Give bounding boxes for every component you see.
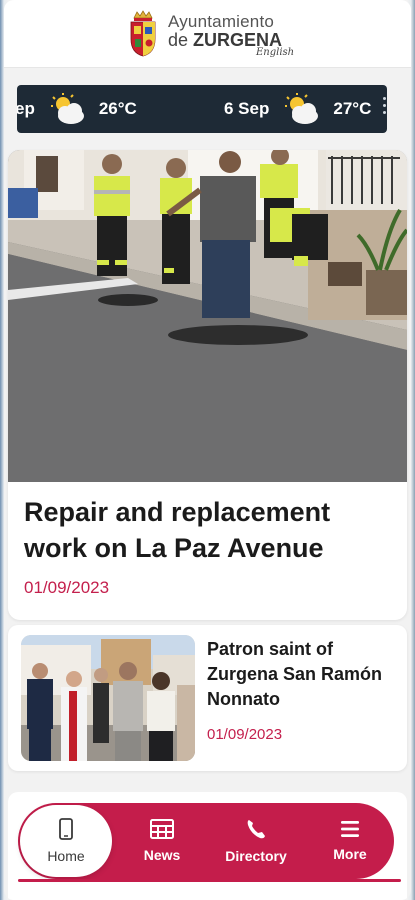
news-thumbnail[interactable] — [21, 635, 195, 761]
weather-item: 6 Sep 27°C — [224, 85, 371, 133]
news-title[interactable]: Repair and replacement work on La Paz Av… — [24, 494, 394, 566]
nav-directory[interactable]: Directory — [216, 803, 296, 879]
news-date: 01/09/2023 — [207, 726, 283, 743]
menu-icon — [341, 821, 359, 837]
news-card-featured[interactable]: Repair and replacement work on La Paz Av… — [8, 150, 407, 620]
news-title[interactable]: Patron saint of Zurgena San Ramón Nonnat… — [207, 637, 403, 712]
nav-news[interactable]: News — [133, 803, 191, 879]
app-header: Ayuntamiento de ZURGENA English — [4, 0, 411, 68]
nav-home[interactable]: Home — [20, 805, 112, 877]
weather-temp: 26°C — [98, 99, 137, 118]
telephone-icon — [247, 820, 265, 839]
news-photo[interactable] — [8, 150, 407, 482]
brand-prefix: de — [168, 30, 189, 50]
coat-of-arms-icon — [130, 10, 156, 57]
brand-title: Ayuntamiento — [168, 12, 275, 31]
partly-cloudy-icon — [50, 93, 84, 124]
weather-strip[interactable]: ep 26°C 6 Sep 27°C — [17, 85, 387, 133]
news-date: 01/09/2023 — [24, 578, 110, 597]
newspaper-icon — [150, 819, 174, 839]
bottom-navigation: Home News Directory More — [18, 803, 394, 879]
app-screen: Ayuntamiento de ZURGENA English ep 26°C … — [4, 0, 411, 900]
weather-item: ep 26°C — [17, 85, 137, 133]
news-card[interactable]: Patron saint of Zurgena San Ramón Nonnat… — [8, 625, 407, 771]
nav-more[interactable]: More — [322, 803, 378, 879]
nav-more-label: More — [333, 846, 367, 862]
partly-cloudy-icon — [285, 93, 319, 124]
nav-home-label: Home — [47, 848, 85, 864]
weather-temp: 27°C — [333, 99, 372, 118]
weather-date: ep — [17, 99, 35, 118]
nav-underline — [18, 879, 401, 882]
nav-news-label: News — [143, 847, 181, 863]
phone-icon — [59, 818, 73, 840]
language-link[interactable]: English — [256, 47, 294, 58]
weather-date: 6 Sep — [224, 99, 270, 118]
nav-directory-label: Directory — [225, 848, 287, 864]
weather-scroll-dots[interactable] — [382, 93, 387, 125]
